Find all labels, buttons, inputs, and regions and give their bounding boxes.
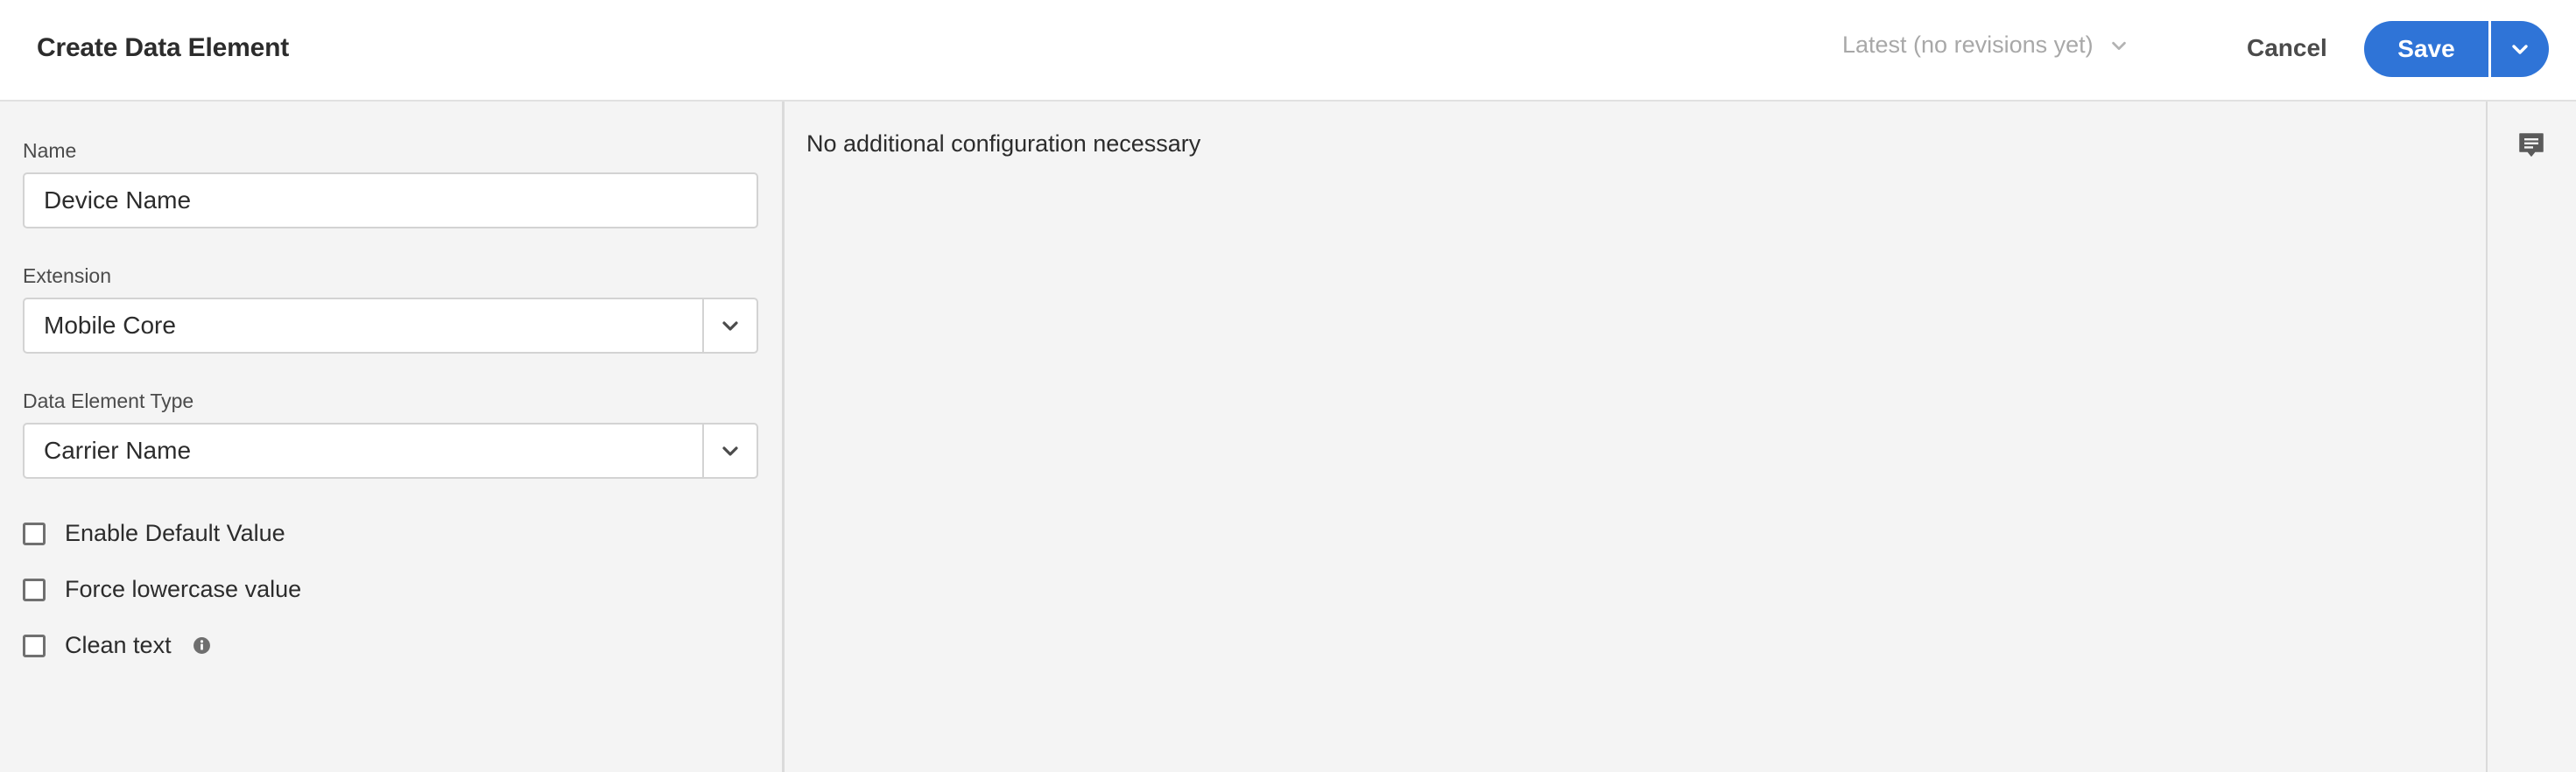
comments-button[interactable] [2514,128,2549,163]
force-lowercase-label: Force lowercase value [65,576,302,602]
extension-select[interactable]: Mobile Core [23,298,758,354]
form-panel: Name Extension Mobile Core Data Element … [0,102,785,772]
configuration-message: No additional configuration necessary [806,130,1201,157]
data-element-type-value: Carrier Name [44,437,192,464]
clean-text-label: Clean text [65,632,172,658]
right-rail [2486,102,2576,772]
top-bar: Create Data Element Latest (no revisions… [0,0,2576,102]
data-element-type-select-toggle[interactable] [702,425,757,477]
name-label: Name [23,139,77,162]
chevron-down-icon [2111,41,2126,50]
save-button-group: Save [2364,21,2549,77]
comment-icon [2519,133,2544,157]
chevron-down-icon [2512,45,2528,54]
extension-select-toggle[interactable] [702,299,757,352]
force-lowercase-checkbox[interactable] [23,578,46,601]
save-button[interactable]: Save [2364,21,2488,77]
data-element-type-select[interactable]: Carrier Name [23,423,758,479]
force-lowercase-row[interactable]: Force lowercase value [23,576,301,603]
info-icon[interactable] [193,636,211,655]
cancel-button[interactable]: Cancel [2224,25,2350,72]
chevron-down-icon [722,321,738,331]
page-title: Create Data Element [37,33,289,62]
enable-default-value-label: Enable Default Value [65,520,285,546]
extension-value: Mobile Core [44,312,176,339]
configuration-panel: No additional configuration necessary [787,102,2486,772]
clean-text-row[interactable]: Clean text [23,632,172,659]
enable-default-value-row[interactable]: Enable Default Value [23,520,285,547]
revision-select[interactable]: Latest (no revisions yet) [1842,32,2129,59]
clean-text-checkbox[interactable] [23,634,46,657]
save-options-button[interactable] [2491,21,2549,77]
name-input[interactable] [23,172,758,228]
extension-label: Extension [23,264,112,287]
revision-label: Latest (no revisions yet) [1842,32,2094,58]
enable-default-value-checkbox[interactable] [23,522,46,545]
data-element-type-label: Data Element Type [23,390,194,412]
chevron-down-icon [722,446,738,456]
